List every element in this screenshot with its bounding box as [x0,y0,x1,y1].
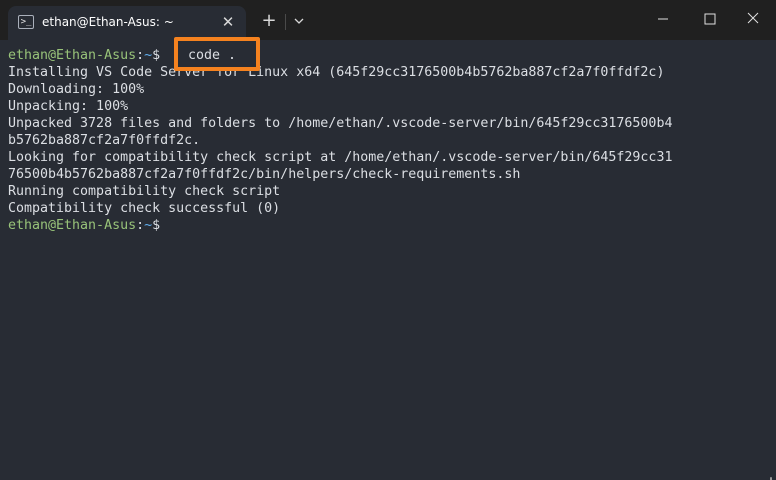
prompt-path: ~ [144,218,153,233]
chevron-down-icon[interactable] [290,11,308,31]
output-line: 76500b4b5762ba887cf2a7f0ffdf2c/bin/helpe… [8,167,521,182]
prompt-user: ethan@Ethan-Asus [8,48,137,63]
output-line: Downloading: 100% [8,82,145,97]
output-line: Unpacked 3728 files and folders to /home… [8,116,673,131]
close-window-button[interactable] [730,0,776,38]
prompt-line: ethan@Ethan-Asus:~$ [8,47,672,64]
prompt-separator: : [136,218,145,233]
new-tab-button[interactable]: + [258,10,280,32]
prompt-dollar: $ [152,48,161,63]
prompt-separator: : [136,48,145,63]
close-icon [747,12,759,24]
terminal-output-area[interactable]: ethan@Ethan-Asus:~$ Installing VS Code Se… [0,40,776,480]
maximize-icon [704,13,716,25]
prompt-path: ~ [144,48,153,63]
output-line: Compatibility check successful (0) [8,201,281,216]
output-line: Unpacking: 100% [8,99,129,114]
terminal-text: ethan@Ethan-Asus:~$ Installing VS Code Se… [8,47,672,234]
minimize-icon [658,18,668,20]
tab-divider [285,14,286,30]
prompt-dollar: $ [152,218,161,233]
tab-title: ethan@Ethan-Asus: ~ [42,15,174,29]
title-bar[interactable]: >_ ethan@Ethan-Asus: ~ ✕ + [0,0,776,40]
output-line: Installing VS Code Server for Linux x64 … [8,65,665,80]
output-line: Looking for compatibility check script a… [8,150,673,165]
typed-command: code . [188,48,237,63]
output-line: b5762ba887cf2a7f0ffdf2c. [8,133,201,148]
terminal-window: >_ ethan@Ethan-Asus: ~ ✕ + ethan@Ethan-A… [0,0,776,480]
powershell-icon: >_ [18,15,34,29]
prompt-user: ethan@Ethan-Asus [8,218,137,233]
minimize-button[interactable] [640,0,686,38]
prompt-line: ethan@Ethan-Asus:~$ [8,217,672,234]
tab-ethan-asus[interactable]: >_ ethan@Ethan-Asus: ~ ✕ [8,6,246,40]
close-tab-icon[interactable]: ✕ [218,12,238,32]
output-line: Running compatibility check script [8,184,281,199]
maximize-button[interactable] [686,0,732,38]
